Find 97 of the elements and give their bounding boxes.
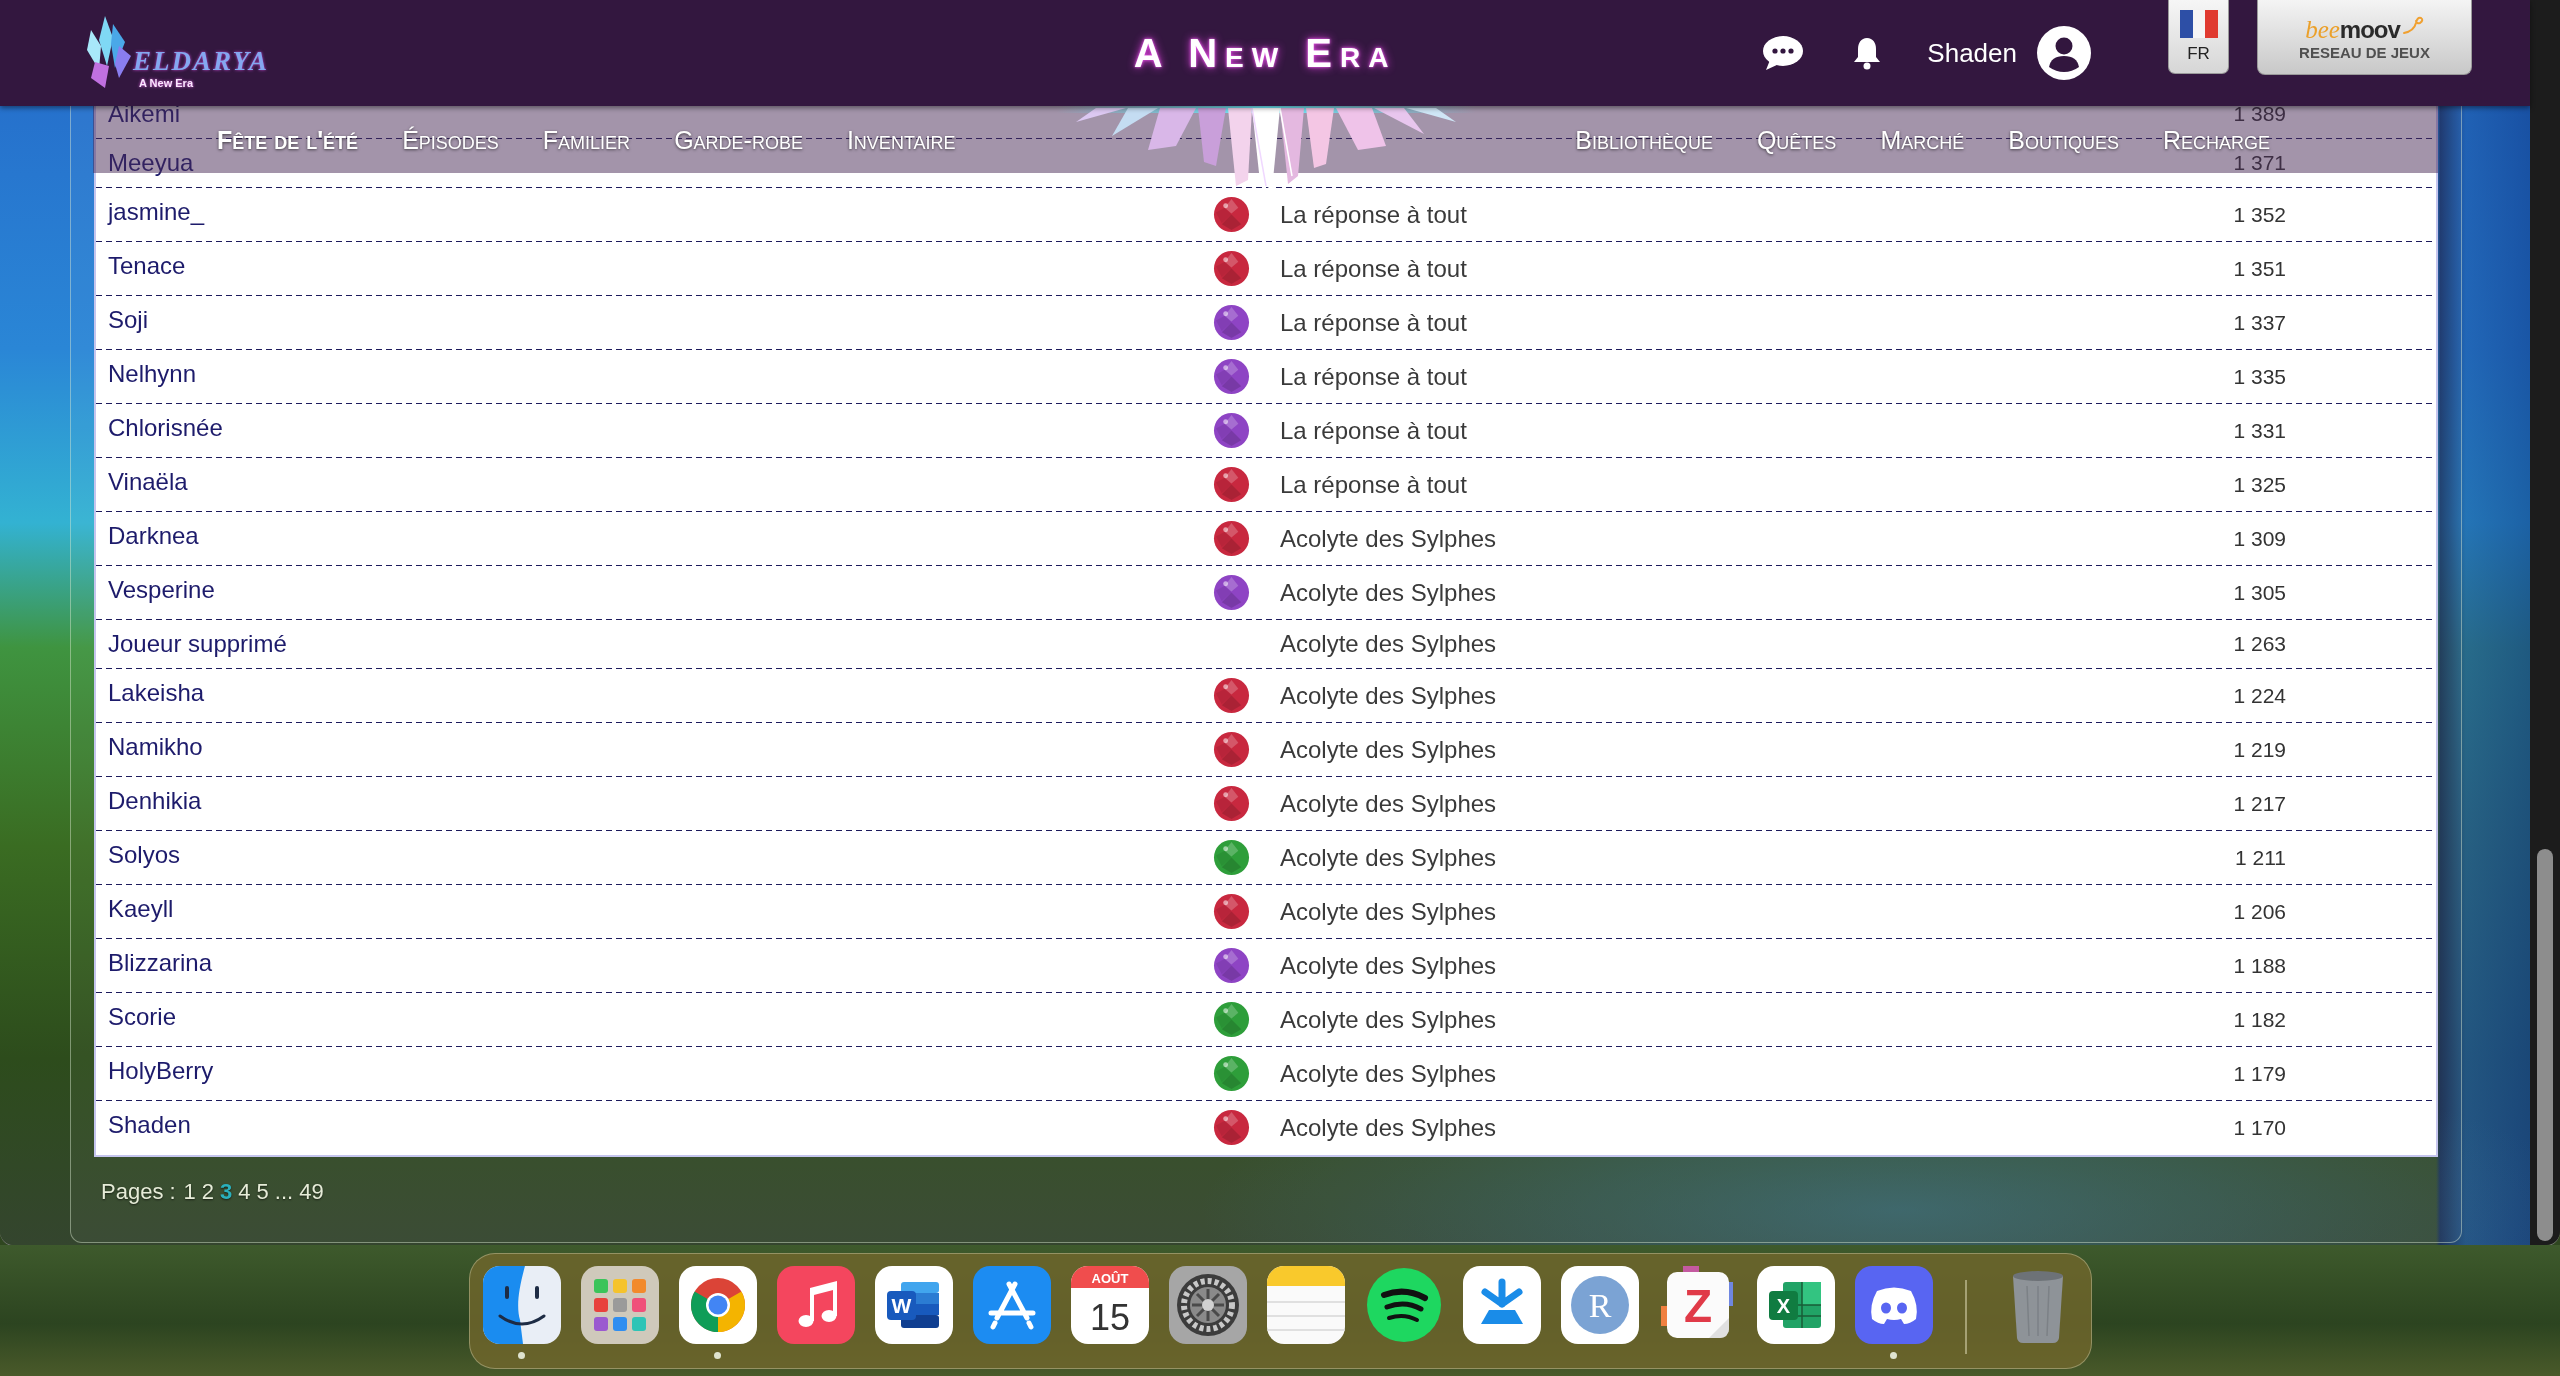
player-title: Acolyte des Sylphes <box>1279 1112 1498 1143</box>
score-value: 1 224 <box>2232 683 2286 708</box>
player-name: Aikemi <box>107 99 181 129</box>
player-name: Tenace <box>107 251 187 281</box>
gear-icon[interactable] <box>1168 1266 1247 1344</box>
player-name: Solyos <box>107 840 182 870</box>
crystal-icon <box>85 16 131 88</box>
logo-tagline: A New Era <box>139 76 195 90</box>
gamepad-face-icon[interactable] <box>1854 1266 1933 1344</box>
language-button[interactable]: FR <box>2168 0 2229 74</box>
score-value: 1 335 <box>2232 364 2286 389</box>
player-title: La réponse à tout <box>1279 199 1468 230</box>
bell-icon[interactable] <box>1852 35 1883 71</box>
score-value: 1 325 <box>2232 472 2286 497</box>
spreadsheet-icon[interactable]: X <box>1756 1266 1835 1344</box>
avatar-icon[interactable] <box>2037 26 2091 80</box>
player-title: Acolyte des Sylphes <box>1279 788 1498 819</box>
score-value: 1 188 <box>2232 953 2286 978</box>
score-value: 1 206 <box>2232 899 2286 924</box>
scrollbar-thumb[interactable] <box>2537 849 2553 1241</box>
player-name: Meeyua <box>107 148 195 178</box>
player-name: Kaeyll <box>107 894 175 924</box>
player-name: Namikho <box>107 732 204 762</box>
nav-link[interactable]: Épisodes <box>402 125 499 154</box>
player-name: Blizzarina <box>107 948 214 978</box>
score-value: 1 371 <box>2232 151 2286 175</box>
player-title: Acolyte des Sylphes <box>1279 629 1498 659</box>
player-name: Vinaëla <box>107 467 189 497</box>
score-value: 1 179 <box>2232 1061 2286 1086</box>
chat-bubble-icon[interactable] <box>1762 35 1805 71</box>
tricolor-ring-icon[interactable] <box>678 1266 757 1344</box>
player-name: Joueur supprimé <box>107 629 288 659</box>
sound-waves-icon[interactable] <box>1364 1266 1443 1344</box>
partner-link[interactable]: beemoov RESEAU DE JEUX <box>2257 0 2472 75</box>
score-value: 1 263 <box>2232 632 2286 656</box>
player-title: La réponse à tout <box>1279 307 1468 338</box>
score-value: 1 182 <box>2232 1007 2286 1032</box>
score-value: 1 389 <box>2232 102 2286 126</box>
player-title: Acolyte des Sylphes <box>1279 577 1498 608</box>
player-name: Darknea <box>107 521 200 551</box>
username-label: Shaden <box>1927 37 2017 69</box>
player-title: La réponse à tout <box>1279 253 1468 284</box>
notepad-icon[interactable] <box>1266 1266 1345 1344</box>
player-title: Acolyte des Sylphes <box>1279 1058 1498 1089</box>
document-icon[interactable]: W <box>874 1266 953 1344</box>
player-name: Denhikia <box>107 786 203 816</box>
calendar-icon[interactable]: AOÛT 15 <box>1070 1266 1149 1344</box>
nav-link[interactable]: Inventaire <box>846 125 956 154</box>
player-name: Vesperine <box>107 575 216 605</box>
nav-link[interactable]: Quêtes <box>1756 125 1837 154</box>
page-link[interactable]: 1 <box>183 1177 196 1207</box>
logo-wordmark: ELDARYA <box>133 46 270 76</box>
player-title: Acolyte des Sylphes <box>1279 523 1498 554</box>
page-link[interactable]: 5 <box>256 1177 269 1207</box>
score-value: 1 305 <box>2232 580 2286 605</box>
score-value: 1 351 <box>2232 256 2286 281</box>
player-title: Acolyte des Sylphes <box>1279 734 1498 765</box>
score-value: 1 337 <box>2232 310 2286 335</box>
player-name: Shaden <box>107 1110 192 1140</box>
player-title: La réponse à tout <box>1279 415 1468 446</box>
page-link[interactable]: 2 <box>201 1177 215 1207</box>
player-title: Acolyte des Sylphes <box>1279 1004 1498 1035</box>
player-title: La réponse à tout <box>1279 361 1468 392</box>
score-value: 1 170 <box>2232 1115 2286 1140</box>
player-name: Soji <box>107 305 150 335</box>
player-title: La réponse à tout <box>1279 469 1468 500</box>
page-link[interactable]: 4 <box>238 1177 251 1207</box>
score-value: 1 219 <box>2232 737 2286 762</box>
nav-link[interactable]: Boutiques <box>2008 125 2119 154</box>
player-name: jasmine_ <box>106 197 206 227</box>
app-grid-icon[interactable] <box>580 1266 659 1344</box>
a-shape-icon[interactable] <box>972 1266 1051 1344</box>
page-link[interactable]: 3 <box>220 1177 233 1207</box>
score-value: 1 331 <box>2232 418 2286 443</box>
nav-link[interactable]: Marché <box>1880 125 1965 154</box>
player-title: Acolyte des Sylphes <box>1279 680 1498 711</box>
swirl-icon <box>2401 15 2424 35</box>
player-title: Acolyte des Sylphes <box>1279 896 1498 927</box>
player-name: Nelhynn <box>107 359 198 389</box>
player-name: Lakeisha <box>107 678 206 708</box>
flag-icon <box>2179 10 2218 38</box>
music-note-icon[interactable] <box>776 1266 855 1344</box>
score-value: 1 309 <box>2232 526 2286 551</box>
download-tray-icon[interactable] <box>1462 1266 1541 1344</box>
pages-ellipsis: ... <box>274 1178 294 1206</box>
site-title: A New Era <box>1133 30 1397 77</box>
player-name: HolyBerry <box>107 1056 215 1086</box>
score-value: 1 211 <box>2234 845 2286 870</box>
player-title: Acolyte des Sylphes <box>1279 842 1498 873</box>
player-title: Acolyte des Sylphes <box>1279 950 1498 981</box>
player-name: Chlorisnée <box>107 413 224 443</box>
score-value: 1 217 <box>2232 791 2286 816</box>
smiling-face-icon[interactable] <box>482 1266 561 1344</box>
pages-label: Pages : <box>101 1178 176 1206</box>
score-value: 1 352 <box>2232 202 2286 227</box>
player-name: Scorie <box>107 1002 178 1032</box>
page-link[interactable]: 49 <box>299 1177 324 1207</box>
